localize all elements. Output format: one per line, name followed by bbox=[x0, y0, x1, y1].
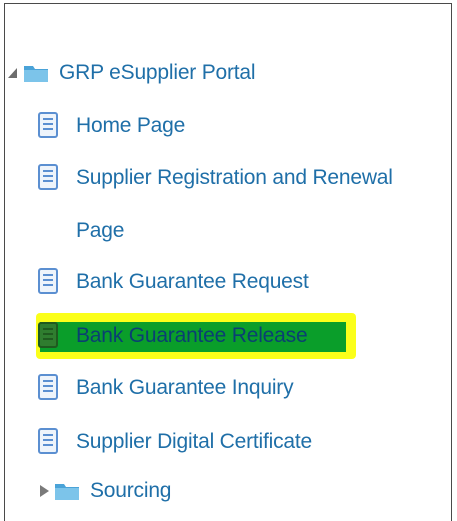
tree-item-bank-guarantee-release[interactable]: Bank Guarantee Release bbox=[38, 322, 308, 348]
tree-item-home-page[interactable]: Home Page bbox=[38, 112, 185, 138]
tree-item-bank-guarantee-request[interactable]: Bank Guarantee Request bbox=[38, 268, 309, 294]
tree-folder-label: Sourcing bbox=[90, 479, 172, 502]
tree-item-label: Bank Guarantee Request bbox=[76, 269, 309, 293]
folder-icon bbox=[24, 65, 48, 82]
tree-item-label: Page bbox=[76, 219, 125, 242]
tree-item-label: Home Page bbox=[76, 113, 186, 137]
document-icon bbox=[38, 428, 58, 454]
tree-item-label-continuation[interactable]: Page bbox=[76, 220, 124, 241]
tree-root-label: GRP eSupplier Portal bbox=[59, 61, 256, 84]
expanded-triangle-icon[interactable] bbox=[7, 66, 19, 80]
document-icon bbox=[38, 112, 58, 138]
collapsed-triangle-icon[interactable] bbox=[38, 484, 50, 498]
tree-item-label: Supplier Digital Certificate bbox=[76, 429, 313, 453]
tree-item-label: Supplier Registration and Renewal bbox=[76, 165, 393, 189]
document-icon bbox=[38, 164, 58, 190]
tree-item-label: Bank Guarantee Inquiry bbox=[76, 375, 294, 399]
tree-item-label: Bank Guarantee Release bbox=[76, 323, 308, 347]
tree-root-grp-esupplier-portal[interactable]: GRP eSupplier Portal bbox=[7, 61, 256, 84]
tree-item-supplier-digital-certificate[interactable]: Supplier Digital Certificate bbox=[38, 428, 312, 454]
tree-item-supplier-registration[interactable]: Supplier Registration and Renewal bbox=[38, 164, 393, 190]
document-icon bbox=[38, 322, 58, 348]
tree-item-bank-guarantee-inquiry[interactable]: Bank Guarantee Inquiry bbox=[38, 374, 294, 400]
tree-folder-sourcing[interactable]: Sourcing bbox=[38, 480, 171, 501]
document-icon bbox=[38, 374, 58, 400]
folder-icon bbox=[55, 483, 79, 500]
document-icon bbox=[38, 268, 58, 294]
